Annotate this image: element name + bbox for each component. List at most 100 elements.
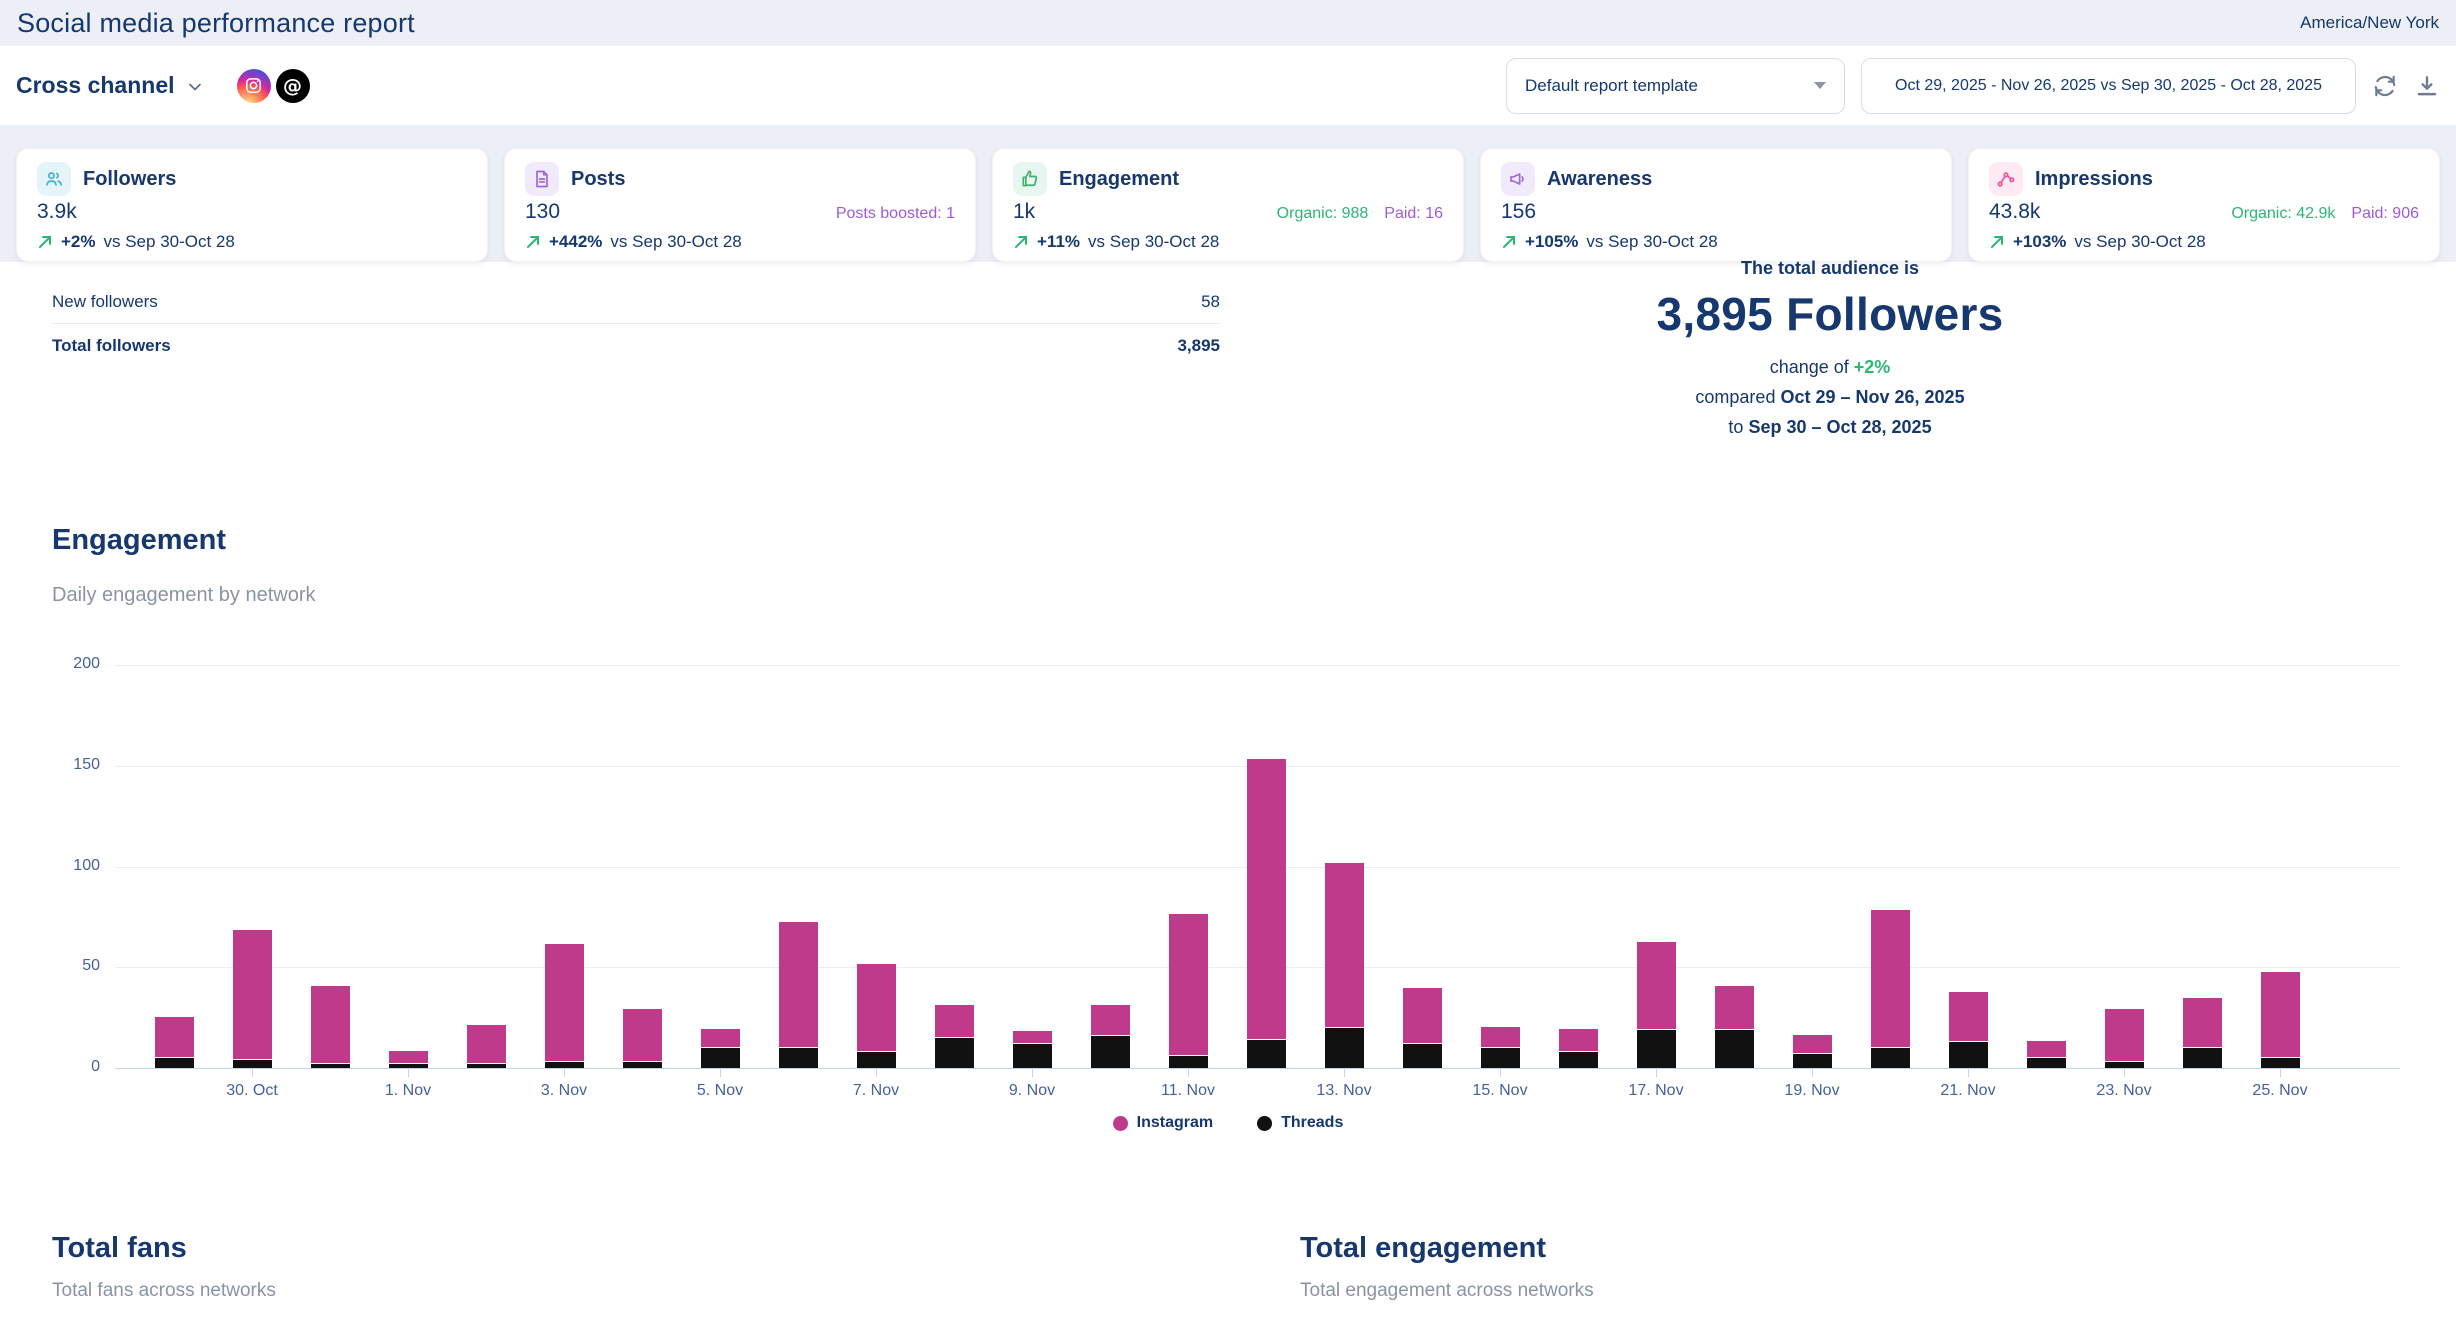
bar-instagram[interactable]	[1871, 910, 1910, 1047]
x-axis-label: 19. Nov	[1747, 1082, 1877, 1100]
bar-threads[interactable]	[1325, 1028, 1364, 1068]
summary-intro: The total audience is	[1555, 258, 2105, 279]
bar-instagram[interactable]	[311, 986, 350, 1063]
bar-threads[interactable]	[1091, 1036, 1130, 1068]
chart-legend: Instagram Threads	[0, 1114, 2456, 1132]
bar-instagram[interactable]	[1091, 1005, 1130, 1035]
bar-instagram[interactable]	[1559, 1029, 1598, 1051]
bar-instagram[interactable]	[701, 1029, 740, 1047]
bar-threads[interactable]	[779, 1048, 818, 1068]
bar-threads[interactable]	[623, 1062, 662, 1068]
bar-instagram[interactable]	[1403, 988, 1442, 1042]
kpi-value: 3.9k	[37, 200, 77, 224]
summary-headline: 3,895 Followers	[1555, 287, 2105, 341]
date-range-picker[interactable]: Oct 29, 2025 - Nov 26, 2025 vs Sep 30, 2…	[1861, 58, 2356, 114]
y-axis-label: 200	[30, 655, 100, 673]
report-template-value: Default report template	[1525, 76, 1698, 96]
kpi-delta: +105%	[1525, 232, 1578, 252]
bar-threads[interactable]	[701, 1048, 740, 1068]
channel-selector[interactable]: Cross channel	[16, 72, 205, 99]
x-axis-label: 21. Nov	[1903, 1082, 2033, 1100]
bar-instagram[interactable]	[2027, 1041, 2066, 1057]
bar-instagram[interactable]	[1013, 1031, 1052, 1043]
kpi-card-posts: Posts 130 Posts boosted: 1 +442% vs Sep …	[504, 148, 976, 262]
x-axis-tick	[2280, 1069, 2281, 1077]
instagram-icon[interactable]	[237, 69, 271, 103]
kpi-title: Impressions	[2035, 168, 2153, 191]
bar-threads[interactable]	[1715, 1030, 1754, 1068]
bar-threads[interactable]	[233, 1060, 272, 1068]
kpi-vs-label: vs Sep 30-Oct 28	[104, 232, 235, 252]
bar-threads[interactable]	[545, 1062, 584, 1068]
bar-instagram[interactable]	[545, 944, 584, 1061]
bar-instagram[interactable]	[935, 1005, 974, 1037]
bar-threads[interactable]	[2027, 1058, 2066, 1068]
audience-summary: The total audience is 3,895 Followers ch…	[1555, 258, 2105, 438]
legend-instagram[interactable]: Instagram	[1113, 1114, 1213, 1132]
toolbar: Cross channel @ Default report template …	[0, 46, 2456, 125]
report-template-select[interactable]: Default report template	[1506, 58, 1845, 114]
bar-instagram[interactable]	[1949, 992, 1988, 1040]
bar-threads[interactable]	[935, 1038, 974, 1068]
bar-threads[interactable]	[1871, 1048, 1910, 1068]
x-axis-tick	[720, 1069, 721, 1077]
bar-threads[interactable]	[1247, 1040, 1286, 1068]
x-axis-label: 30. Oct	[187, 1082, 317, 1100]
bar-instagram[interactable]	[2183, 998, 2222, 1046]
bar-threads[interactable]	[2261, 1058, 2300, 1068]
kpi-card-engagement: Engagement 1k Organic: 988 Paid: 16 +11%…	[992, 148, 1464, 262]
paid-label: Paid: 906	[2351, 205, 2419, 223]
bar-instagram[interactable]	[857, 964, 896, 1051]
bar-threads[interactable]	[311, 1064, 350, 1068]
bar-threads[interactable]	[2105, 1062, 2144, 1068]
bar-instagram[interactable]	[1247, 759, 1286, 1039]
download-icon[interactable]	[2414, 73, 2440, 99]
bar-threads[interactable]	[1949, 1042, 1988, 1068]
bar-threads[interactable]	[1559, 1052, 1598, 1068]
bar-instagram[interactable]	[389, 1051, 428, 1063]
bar-instagram[interactable]	[2105, 1009, 2144, 1061]
threads-icon[interactable]: @	[276, 69, 310, 103]
bar-threads[interactable]	[155, 1058, 194, 1068]
kpi-delta: +103%	[2013, 232, 2066, 252]
bar-threads[interactable]	[389, 1064, 428, 1068]
bar-instagram[interactable]	[1481, 1027, 1520, 1047]
bar-instagram[interactable]	[233, 930, 272, 1059]
bar-instagram[interactable]	[1793, 1035, 1832, 1053]
bar-instagram[interactable]	[1637, 942, 1676, 1029]
x-axis-label: 17. Nov	[1591, 1082, 1721, 1100]
total-engagement-title: Total engagement	[1300, 1232, 1546, 1265]
bar-threads[interactable]	[467, 1064, 506, 1068]
gridline-0	[115, 1068, 2400, 1069]
bar-threads[interactable]	[1403, 1044, 1442, 1068]
total-engagement-subtitle: Total engagement across networks	[1300, 1280, 1594, 1302]
bar-instagram[interactable]	[1325, 863, 1364, 1026]
bar-threads[interactable]	[2183, 1048, 2222, 1068]
previous-range: Sep 30 – Oct 28, 2025	[1748, 417, 1931, 437]
followers-icon	[37, 162, 71, 196]
bar-instagram[interactable]	[1169, 914, 1208, 1055]
awareness-icon	[1501, 162, 1535, 196]
bar-threads[interactable]	[857, 1052, 896, 1068]
timezone-label: America/New York	[2300, 13, 2439, 33]
trend-up-icon	[1501, 234, 1517, 250]
bar-instagram[interactable]	[779, 922, 818, 1047]
y-axis-label: 150	[30, 756, 100, 774]
bar-instagram[interactable]	[2261, 972, 2300, 1057]
bar-threads[interactable]	[1793, 1054, 1832, 1068]
bar-instagram[interactable]	[1715, 986, 1754, 1028]
current-range: Oct 29 – Nov 26, 2025	[1780, 387, 1964, 407]
chevron-down-icon	[185, 77, 205, 97]
bar-instagram[interactable]	[155, 1017, 194, 1057]
kpi-value: 43.8k	[1989, 200, 2040, 224]
bar-threads[interactable]	[1013, 1044, 1052, 1068]
bar-instagram[interactable]	[467, 1025, 506, 1063]
bar-threads[interactable]	[1169, 1056, 1208, 1068]
refresh-icon[interactable]	[2372, 73, 2398, 99]
kpi-delta: +2%	[61, 232, 96, 252]
bar-threads[interactable]	[1481, 1048, 1520, 1068]
bar-instagram[interactable]	[623, 1009, 662, 1061]
bar-threads[interactable]	[1637, 1030, 1676, 1068]
kpi-vs-label: vs Sep 30-Oct 28	[610, 232, 741, 252]
legend-threads[interactable]: Threads	[1257, 1114, 1343, 1132]
